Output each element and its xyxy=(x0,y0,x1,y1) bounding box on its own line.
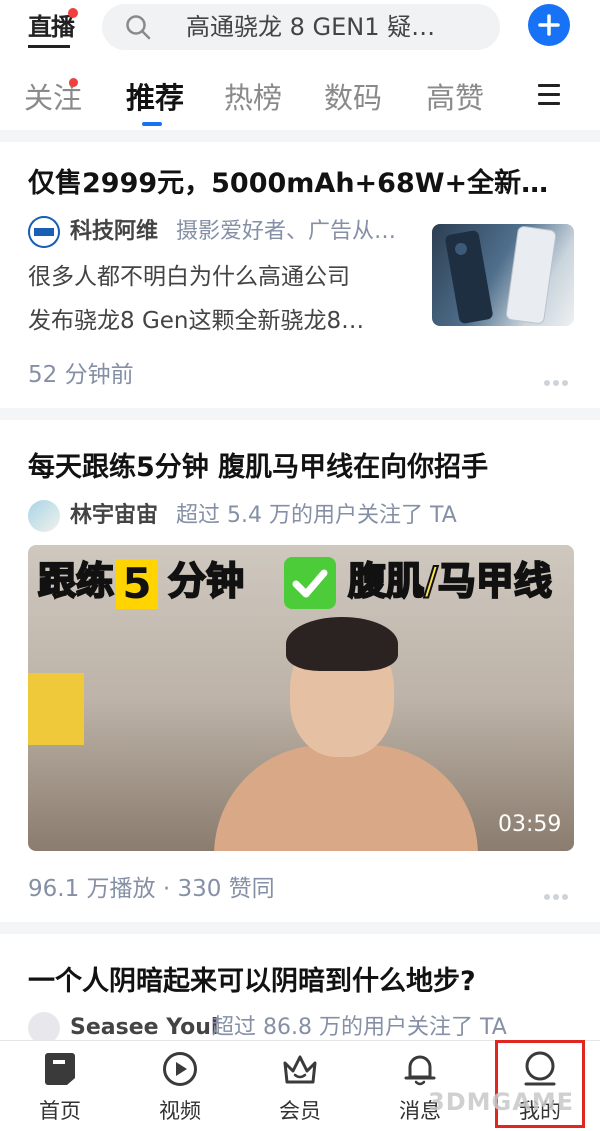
tab-top-rated[interactable]: 高赞 xyxy=(426,78,484,118)
live-label: 直播 xyxy=(28,13,75,41)
video-thumbnail[interactable]: 跟练 5 分钟 腹肌/马甲线 03:59 xyxy=(28,545,574,851)
tab-hot[interactable]: 热榜 xyxy=(224,78,282,118)
crown-icon xyxy=(283,1055,317,1084)
menu-icon[interactable] xyxy=(538,84,560,106)
search-bar[interactable]: 高通骁龙 8 GEN1 疑… xyxy=(102,4,500,50)
home-icon xyxy=(45,1053,75,1085)
author-row[interactable]: 科技阿维 摄影爱好者、广告从… xyxy=(28,216,420,248)
nav-label: 会员 xyxy=(279,1099,321,1123)
banner-text: 分钟 xyxy=(167,558,245,604)
tab-recommend[interactable]: 推荐 xyxy=(126,78,184,118)
article-thumbnail[interactable] xyxy=(432,224,574,326)
author-name[interactable]: 林宇宙宙 xyxy=(70,500,158,532)
card-title[interactable]: 仅售2999元，5000mAh+68W+全新骁… xyxy=(28,166,574,202)
card-title[interactable]: 每天跟练5分钟 腹肌马甲线在向你招手 xyxy=(28,450,574,486)
nav-messages[interactable]: 消息 xyxy=(370,1041,470,1131)
author-name[interactable]: 科技阿维 xyxy=(70,216,158,248)
author-desc: 摄影爱好者、广告从… xyxy=(176,219,397,244)
nav-membership[interactable]: 会员 xyxy=(250,1041,350,1131)
tab-top-rated-label: 高赞 xyxy=(426,81,485,115)
excerpt-line: 很多人都不明白为什么高通公司 xyxy=(28,264,350,290)
active-tab-indicator xyxy=(142,122,162,126)
create-button[interactable] xyxy=(528,4,570,46)
tab-digital[interactable]: 数码 xyxy=(324,78,382,118)
top-header: 直播 高通骁龙 8 GEN1 疑… 关注 推荐 热榜 数码 高赞 xyxy=(0,0,600,130)
phone-image-icon xyxy=(445,226,557,324)
feed-card[interactable]: 一个人阴暗起来可以阴暗到什么地步? Seasee Youl 超过 86.8 万的… xyxy=(0,934,600,1044)
card-meta: 52 分钟前 xyxy=(28,362,134,388)
search-hint: 高通骁龙 8 GEN1 疑… xyxy=(186,13,436,41)
card-title[interactable]: 一个人阴暗起来可以阴暗到什么地步? xyxy=(28,964,574,1000)
tab-hot-label: 热榜 xyxy=(224,81,283,115)
nav-label: 首页 xyxy=(39,1099,81,1123)
video-duration: 03:59 xyxy=(498,812,562,837)
person-body xyxy=(214,745,478,851)
bell-icon xyxy=(404,1055,436,1086)
tab-digital-label: 数码 xyxy=(324,81,383,115)
author-row[interactable]: 林宇宙宙 超过 5.4 万的用户关注了 TA xyxy=(28,500,574,532)
plus-icon xyxy=(538,14,560,36)
banner-text: 跟练 xyxy=(37,558,115,604)
banner-number: 5 xyxy=(116,559,158,609)
live-underline xyxy=(28,45,70,48)
search-icon xyxy=(126,15,151,40)
tab-follow[interactable]: 关注 xyxy=(24,78,82,118)
excerpt-line: 发布骁龙8 Gen这颗全新骁龙8… xyxy=(28,308,365,334)
video-banner: 跟练 5 分钟 腹肌/马甲线 xyxy=(28,545,574,615)
author-desc: 超过 5.4 万的用户关注了 TA xyxy=(176,503,457,528)
card-meta: 96.1 万播放 · 330 赞同 xyxy=(28,876,275,902)
tab-recommend-label: 推荐 xyxy=(126,81,185,115)
avatar-logo-icon xyxy=(28,216,60,248)
banner-text: 腹肌/马甲线 xyxy=(347,558,553,604)
more-options-icon[interactable] xyxy=(544,885,574,900)
more-options-icon[interactable] xyxy=(544,371,574,386)
check-icon xyxy=(284,557,336,609)
avatar[interactable] xyxy=(28,216,60,248)
tab-follow-dot xyxy=(69,78,78,87)
nav-home[interactable]: 首页 xyxy=(10,1041,110,1131)
nav-label: 视频 xyxy=(159,1099,201,1123)
avatar[interactable] xyxy=(28,500,60,532)
background-shelf xyxy=(28,673,84,745)
video-play-icon xyxy=(163,1052,197,1086)
person-hair xyxy=(286,617,398,671)
watermark-text: 3DMGAME xyxy=(428,1088,575,1116)
live-button[interactable]: 直播 xyxy=(28,8,78,48)
channel-tabs: 关注 推荐 热榜 数码 高赞 xyxy=(0,74,600,126)
nav-video[interactable]: 视频 xyxy=(130,1041,230,1131)
live-notification-dot xyxy=(68,8,78,18)
